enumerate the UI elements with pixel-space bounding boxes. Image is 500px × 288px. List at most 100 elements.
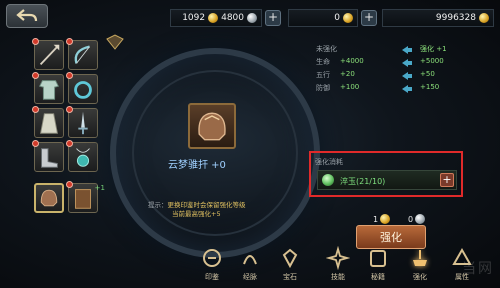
meridian-icon: [243, 255, 257, 265]
equip-slot-sword[interactable]: [66, 106, 98, 138]
gold-coin-icon: [208, 13, 219, 23]
tab-label: 强化: [413, 273, 427, 281]
bottom-tab-bar: 印鉴 经脉 宝石 技能 秘籍 强化 属性: [192, 244, 492, 288]
stat-from: +4000: [340, 57, 364, 65]
gold-currency: 1092 4800: [170, 9, 262, 27]
stat-row: 生命 +4000 +5000: [316, 57, 486, 70]
book-icon: [75, 189, 91, 209]
tab-label: 宝石: [283, 273, 297, 281]
stat-label: 五行: [316, 71, 330, 79]
silver-amount: 9996328: [435, 13, 476, 23]
scroll-icon: [370, 250, 386, 267]
silver-currency: 9996328: [382, 9, 494, 27]
stat-to: +150: [420, 83, 440, 91]
strengthen-cost-panel: 强化消耗 淬玉(21/10) +: [309, 151, 463, 197]
silver-coin-icon: [247, 13, 257, 23]
jade-icon: [322, 174, 334, 186]
add-diamond-button[interactable]: +: [361, 10, 377, 26]
tip-text: 提示：更换印鉴时会保留强化等级 当前最高强化+5: [148, 201, 246, 219]
strengthen-gold-cost: 1: [373, 214, 391, 224]
red-dot-badge: [66, 72, 73, 79]
red-dot-badge: [66, 140, 73, 147]
tab-label: 印鉴: [205, 273, 219, 281]
stats-header-left: 未强化: [316, 45, 337, 53]
tip-line-1: 更换印鉴时会保留强化等级: [167, 201, 246, 209]
tip-line-2: 当前最高强化+5: [172, 210, 221, 218]
gold-coin-icon: [380, 214, 391, 224]
red-dot-badge: [66, 181, 73, 188]
red-dot-badge: [32, 72, 39, 79]
stats-header-right: 强化 +1: [420, 45, 447, 53]
back-arrow-icon: [16, 9, 38, 22]
stat-from: +20: [340, 70, 355, 78]
sword-icon: [78, 111, 88, 135]
diamond-amount: 0: [334, 13, 340, 23]
robe-icon: [40, 113, 58, 134]
spear-icon: [39, 44, 60, 65]
bow-icon: [74, 45, 90, 64]
pendant-icon: [76, 148, 90, 167]
cost-title: 强化消耗: [315, 158, 343, 166]
gold-amount: 1092: [182, 13, 206, 23]
selected-item-display: [188, 103, 236, 149]
strengthen-silver-cost: 0: [408, 214, 426, 224]
tab-scroll[interactable]: 秘籍: [360, 244, 396, 286]
equip-slot-helmet[interactable]: [34, 183, 64, 213]
skill-icon: [326, 246, 350, 270]
equip-slot-armor[interactable]: [32, 72, 64, 104]
silver-coin-icon: [415, 214, 426, 224]
armor-icon: [38, 80, 60, 100]
tab-label: 技能: [331, 273, 345, 281]
diamond-currency: 0: [288, 9, 358, 27]
watermark: 当网: [462, 261, 494, 277]
equip-slot-boots[interactable]: [32, 140, 64, 172]
tab-label: 经脉: [243, 273, 257, 281]
stat-row: 防御 +100 +150: [316, 83, 486, 96]
tab-forge[interactable]: 强化: [402, 244, 438, 286]
cost-material-text: 淬玉(21/10): [340, 177, 386, 186]
stat-to: +5000: [420, 57, 444, 65]
red-dot-badge: [32, 38, 39, 45]
stat-label: 防御: [316, 84, 330, 92]
tab-gem[interactable]: 宝石: [272, 244, 308, 286]
back-button[interactable]: [6, 4, 48, 28]
silver-currency-icon: [479, 13, 489, 23]
slot-level-label: +1: [94, 184, 105, 192]
ring-icon: [74, 81, 92, 99]
red-dot-badge: [66, 106, 73, 113]
equip-slot-robe[interactable]: [32, 106, 64, 138]
stats-header: 未强化 强化 +1: [316, 44, 486, 57]
equip-slot-pendant[interactable]: [66, 140, 98, 172]
gold-extra-amount: 4800: [221, 13, 244, 23]
diamond-icon: [343, 13, 353, 23]
red-dot-badge: [32, 106, 39, 113]
tab-label: 秘籍: [371, 273, 385, 281]
add-material-button[interactable]: +: [440, 173, 454, 187]
helmet-item-icon: [198, 112, 226, 141]
gem-icon: [282, 248, 298, 269]
stat-from: +100: [340, 83, 360, 91]
add-gold-button[interactable]: +: [265, 10, 281, 26]
arrow-right-icon: [402, 85, 412, 93]
arrow-right-icon: [402, 59, 412, 67]
tip-prefix: 提示：: [148, 201, 168, 209]
red-dot-badge: [66, 38, 73, 45]
equip-slot-bow[interactable]: [66, 38, 98, 70]
arrow-right-icon: [402, 46, 412, 54]
cost-silver-amount: 0: [408, 214, 414, 224]
equip-slot-ring[interactable]: [66, 72, 98, 104]
arrow-right-icon: [402, 72, 412, 80]
cost-gold-amount: 1: [373, 214, 379, 224]
helmet-icon: [40, 189, 58, 207]
cost-material-slot: 淬玉(21/10) +: [317, 170, 457, 190]
tab-meridian[interactable]: 经脉: [232, 244, 268, 286]
red-dot-badge: [32, 140, 39, 147]
tab-skill[interactable]: 技能: [320, 244, 356, 286]
tab-seal[interactable]: 印鉴: [194, 244, 230, 286]
equip-slot-book[interactable]: +1: [66, 181, 105, 213]
boots-icon: [41, 148, 58, 168]
equip-slot-spear[interactable]: [32, 38, 64, 70]
item-name: 云梦骓扞 +0: [168, 160, 226, 171]
stat-to: +50: [420, 70, 435, 78]
banner-icon: [106, 34, 124, 50]
